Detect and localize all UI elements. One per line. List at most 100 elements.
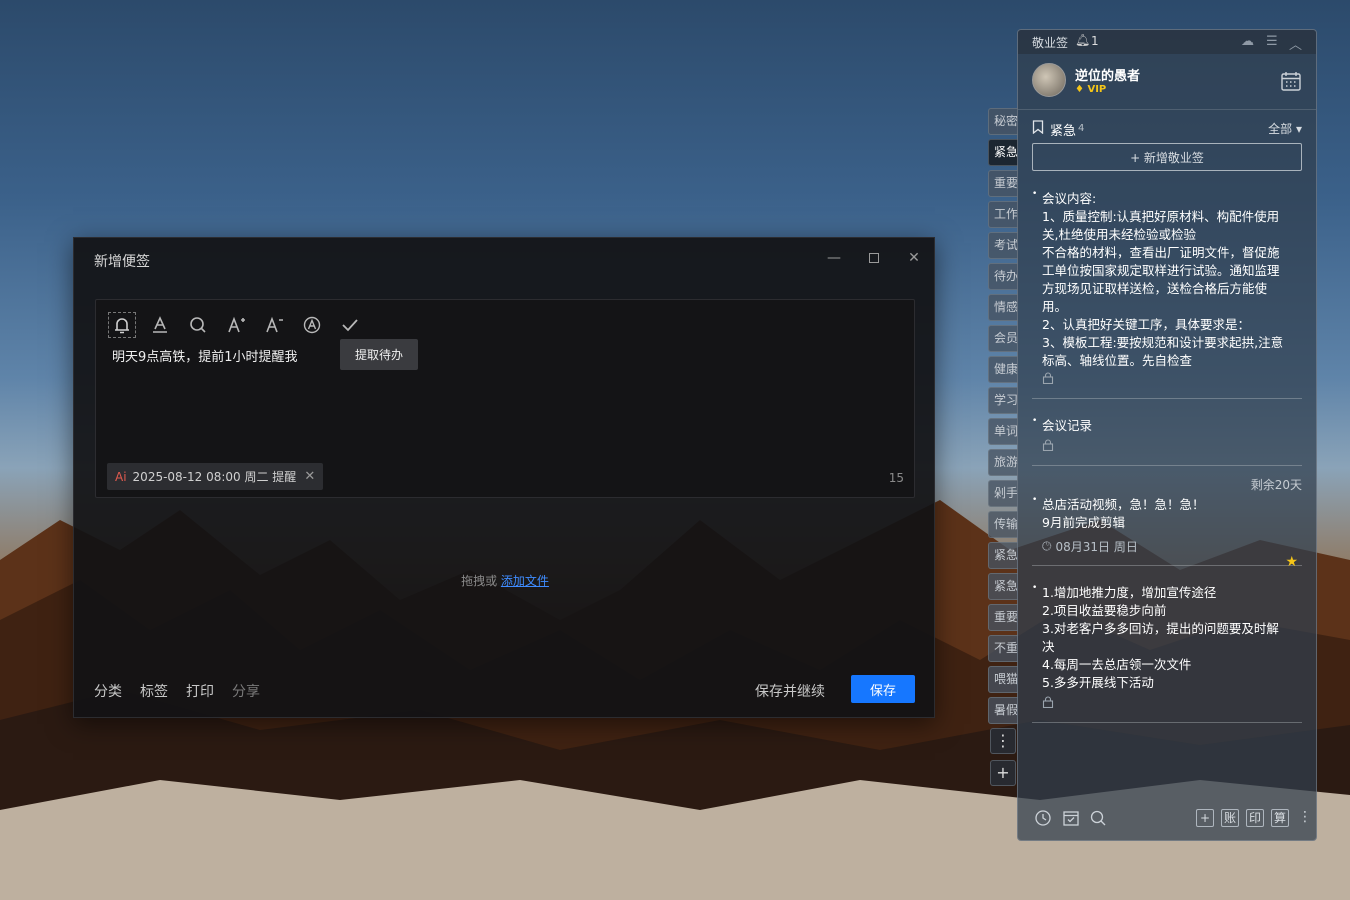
bell-icon [115, 318, 129, 334]
editor-footer: 分类 标签 打印 分享 [94, 681, 260, 701]
star-icon[interactable]: ★ [1285, 554, 1298, 570]
note-item[interactable]: 会议内容: 1、质量控制:认真把好原材料、构配件使用 关,杜绝使用未经检验或检验… [1032, 189, 1302, 399]
note-item[interactable]: 会议记录 [1032, 416, 1302, 466]
tab-work[interactable]: 工作 [988, 201, 1018, 228]
save-button[interactable]: 保存 [851, 675, 915, 703]
font-increase-icon [228, 316, 245, 333]
note-line: 工单位按国家规定取样进行试验。通知监理 [1042, 263, 1280, 278]
font-decrease-icon [266, 316, 283, 333]
tab-emotion[interactable]: 情感 [988, 294, 1018, 321]
tab-urgent[interactable]: 紧急 [988, 139, 1018, 166]
due-date-text: 08月31日 周日 [1055, 540, 1138, 554]
todo-calendar-icon[interactable] [1062, 809, 1080, 827]
reminder-text: 2025-08-12 08:00 周二 提醒 [132, 470, 297, 484]
category-tabs: 秘密 紧急 重要 工作 考试 待办 情感 会员 健康 学习 单词 旅游 剁手 传… [988, 108, 1018, 792]
filter-dropdown[interactable]: 全部 ▾ [1268, 120, 1302, 137]
tab-not-important[interactable]: 不重 [988, 635, 1018, 662]
tab-urgent-2[interactable]: 紧急 [988, 542, 1018, 569]
note-line: 9月前完成剪辑 [1042, 515, 1125, 530]
tab-study[interactable]: 学习 [988, 387, 1018, 414]
new-note-dialog: 新增便签 — ✕ 明天9点高铁，提前1小时提醒我 提取待办 Ai 2025-08… [73, 237, 935, 718]
tab-todo[interactable]: 待办 [988, 263, 1018, 290]
clock-icon: 🕑︎ [1042, 539, 1052, 553]
note-line: 会议内容: [1042, 191, 1097, 206]
ai-tool[interactable] [300, 312, 338, 338]
tab-transfer[interactable]: 传输 [988, 511, 1018, 538]
tab-important-2[interactable]: 重要 [988, 604, 1018, 631]
note-line: 方现场见证取样送检，送检合格后方能使 [1042, 281, 1268, 296]
maximize-button[interactable] [866, 250, 882, 266]
search-tool[interactable] [186, 312, 224, 338]
search-icon[interactable] [1089, 809, 1107, 827]
share-button[interactable]: 分享 [232, 681, 260, 701]
tab-exam[interactable]: 考试 [988, 232, 1018, 259]
note-item[interactable]: 剩余20天 总店活动视频，急！急！急！ 9月前完成剪辑 🕑︎ 08月31日 周日… [1032, 478, 1302, 570]
remove-reminder-icon[interactable]: ✕ [304, 469, 315, 484]
note-line: 不合格的材料，查看出厂证明文件，督促施 [1042, 245, 1280, 260]
history-clock-icon[interactable] [1034, 809, 1052, 827]
note-line: 标高、轴线位置。先自检查 [1042, 353, 1193, 368]
font-increase-tool[interactable] [224, 312, 262, 338]
font-color-icon [153, 316, 167, 333]
add-icon[interactable]: + [1196, 809, 1214, 827]
user-name[interactable]: 逆位的愚者 [1075, 65, 1140, 84]
note-line: 用。 [1042, 299, 1068, 314]
tab-health[interactable]: 健康 [988, 356, 1018, 383]
tab-travel[interactable]: 旅游 [988, 449, 1018, 476]
tab-feed-cat[interactable]: 喂猫 [988, 666, 1018, 693]
note-line: 会议记录 [1042, 418, 1093, 433]
tab-member[interactable]: 会员 [988, 325, 1018, 352]
note-line: 3、模板工程:要按规范和设计要求起拱,注意 [1042, 335, 1284, 350]
print-button[interactable]: 打印 [186, 681, 214, 701]
note-editor[interactable]: 明天9点高铁，提前1小时提醒我 提取待办 Ai 2025-08-12 08:00… [95, 299, 915, 498]
extract-todo-button[interactable]: 提取待办 [340, 339, 418, 370]
tab-words[interactable]: 单词 [988, 418, 1018, 445]
note-line: 4.每周一去总店领一次文件 [1042, 657, 1192, 672]
print-button[interactable]: 印 [1246, 809, 1264, 827]
vip-badge: ♦ VIP [1075, 84, 1107, 95]
sticky-notes-panel: 敬业签 🔔︎ 1 ☁ ☰ ︿ 逆位的愚者 ♦ VIP 紧急 4 全部 ▾ + 新… [1017, 29, 1317, 841]
search-icon [190, 317, 206, 333]
note-item[interactable]: 1.增加地推力度，增加宣传途径 2.项目收益要稳步向前 3.对老客户多多回访，提… [1032, 583, 1302, 723]
minimize-button[interactable]: — [826, 250, 842, 266]
tab-urgent-3[interactable]: 紧急 [988, 573, 1018, 600]
tab-secret[interactable]: 秘密 [988, 108, 1018, 135]
collapse-icon[interactable]: ︿ [1289, 34, 1302, 53]
calculator-button[interactable]: 算 [1271, 809, 1289, 827]
tags-button[interactable]: 标签 [140, 681, 168, 701]
save-continue-button[interactable]: 保存并继续 [755, 681, 825, 701]
ai-circle-icon [303, 316, 321, 334]
confirm-tool[interactable] [338, 312, 376, 338]
more-tabs-icon[interactable]: ⋮ [990, 728, 1016, 754]
add-file-link[interactable]: 添加文件 [501, 574, 549, 588]
note-line: 2、认真把好关键工序，具体要求是： [1042, 317, 1250, 332]
remaining-days: 剩余20天 [1250, 478, 1302, 492]
close-button[interactable]: ✕ [906, 250, 922, 266]
cloud-sync-icon[interactable]: ☁ [1241, 34, 1254, 49]
tab-summer[interactable]: 暑假 [988, 697, 1018, 724]
menu-icon[interactable]: ☰ [1266, 34, 1278, 49]
note-content[interactable]: 明天9点高铁，提前1小时提醒我 [112, 346, 298, 365]
note-line: 1、质量控制:认真把好原材料、构配件使用 [1042, 209, 1280, 224]
account-button[interactable]: 账 [1221, 809, 1239, 827]
file-drop-zone[interactable]: 拖拽或 添加文件 [74, 572, 936, 589]
add-note-button[interactable]: + 新增敬业签 [1032, 143, 1302, 171]
reminder-chip[interactable]: Ai 2025-08-12 08:00 周二 提醒 ✕ [107, 463, 324, 490]
more-icon[interactable]: ⋮ [1298, 809, 1316, 827]
lock-icon [1042, 439, 1054, 452]
category-name: 紧急 [1050, 124, 1077, 139]
avatar[interactable] [1032, 63, 1066, 97]
calendar-icon[interactable] [1280, 70, 1302, 92]
add-tab-icon[interactable]: + [990, 760, 1016, 786]
lock-icon [1042, 696, 1054, 709]
classify-button[interactable]: 分类 [94, 681, 122, 701]
tab-important[interactable]: 重要 [988, 170, 1018, 197]
text-color-tool[interactable] [148, 312, 186, 338]
notification-bell-icon[interactable]: 🔔︎ [1075, 33, 1090, 47]
panel-bottom-bar: + 账 印 算 ⋮ [1018, 798, 1316, 840]
note-line: 5.多多开展线下活动 [1042, 675, 1154, 690]
tab-shopping[interactable]: 剁手 [988, 480, 1018, 507]
reminder-tool[interactable] [108, 312, 148, 338]
user-info: 逆位的愚者 ♦ VIP [1018, 54, 1316, 110]
font-decrease-tool[interactable] [262, 312, 300, 338]
